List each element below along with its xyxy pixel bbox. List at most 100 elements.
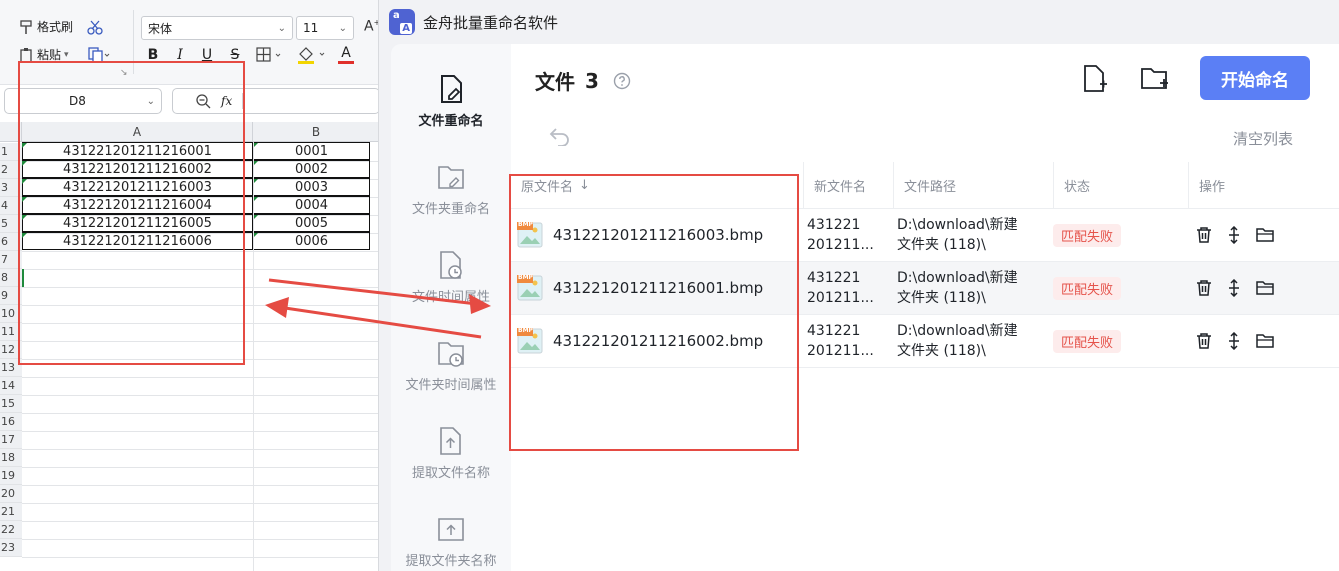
row-header[interactable]: 18 (0, 449, 22, 467)
rename-app-window: a A 金舟批量重命名软件 文件重命名 文件夹重命名 文件时间属性 文件夹时间属… (378, 0, 1339, 571)
folder-upload-icon (438, 518, 464, 541)
status-cell: 匹配失败 (1053, 315, 1188, 367)
row-header[interactable]: 14 (0, 377, 22, 395)
column-header-b[interactable]: B (253, 122, 380, 142)
cell-b[interactable]: 0002 (253, 160, 370, 178)
column-header-status[interactable]: 状态 (1054, 162, 1189, 208)
status-badge: 匹配失败 (1053, 276, 1122, 300)
new-name-line: 201211... (807, 290, 874, 306)
add-file-button[interactable] (1082, 64, 1108, 94)
format-painter-button[interactable]: 格式刷 (18, 18, 73, 35)
gridline (22, 395, 380, 396)
open-folder-icon[interactable] (1255, 226, 1275, 244)
logo-letter-A: A (400, 23, 412, 34)
column-divider (253, 142, 254, 571)
gridline (22, 539, 380, 540)
row-header[interactable]: 19 (0, 467, 22, 485)
trash-icon[interactable] (1195, 332, 1213, 350)
gridline (22, 557, 380, 558)
move-icon[interactable] (1225, 332, 1243, 350)
row-header[interactable]: 17 (0, 431, 22, 449)
cut-icon[interactable] (86, 19, 104, 35)
actions-cell (1195, 315, 1335, 367)
path-line: D:\download\新建 (897, 270, 1018, 286)
chevron-down-icon: ▾ (64, 49, 69, 60)
path-cell: D:\download\新建 文件夹 (118)\ (897, 262, 1053, 314)
status-badge: 匹配失败 (1053, 223, 1122, 247)
format-painter-label: 格式刷 (37, 20, 74, 34)
gridline (22, 413, 380, 414)
question-icon[interactable] (613, 72, 631, 90)
gridline (22, 449, 380, 450)
move-icon[interactable] (1225, 279, 1243, 297)
add-folder-icon (1141, 68, 1168, 89)
chevron-down-icon: ⌄ (277, 22, 286, 34)
logo-letter-a: a (393, 10, 400, 21)
cell-b[interactable]: 0001 (253, 142, 370, 160)
move-icon[interactable] (1225, 226, 1243, 244)
sidebar-item-folder-rename[interactable]: 文件夹重命名 (391, 162, 511, 217)
column-header-new-name[interactable]: 新文件名 (804, 162, 894, 208)
cell-b[interactable]: 0006 (253, 232, 370, 250)
sidebar-item-label: 文件重命名 (418, 114, 484, 129)
cell-b[interactable]: 0003 (253, 178, 370, 196)
annotation-box-app (509, 174, 799, 451)
add-folder-button[interactable] (1140, 66, 1170, 92)
gridline (22, 503, 380, 504)
actions-cell (1195, 209, 1335, 261)
file-edit-icon (441, 75, 462, 103)
row-header[interactable]: 16 (0, 413, 22, 431)
status-badge: 匹配失败 (1053, 329, 1122, 353)
path-line: D:\download\新建 (897, 217, 1018, 233)
row-header[interactable]: 21 (0, 503, 22, 521)
sidebar-item-extract-file-names[interactable]: 提取文件名称 (391, 426, 511, 481)
sidebar-item-label: 提取文件名称 (411, 466, 490, 481)
main-panel: 文件 3 开始命名 清空列表 原文件名 ↓ 新文件名 文件路径 状态 操作 BM… (509, 44, 1339, 571)
file-count: 3 (585, 68, 599, 93)
sidebar-item-label: 提取文件夹名称 (405, 554, 497, 569)
actions-cell (1195, 262, 1335, 314)
open-folder-icon[interactable] (1255, 279, 1275, 297)
row-header[interactable]: 23 (0, 539, 22, 557)
path-line: D:\download\新建 (897, 323, 1018, 339)
folder-edit-icon (438, 166, 464, 189)
font-size-select[interactable]: 11 ⌄ (296, 16, 354, 40)
open-folder-icon[interactable] (1255, 332, 1275, 350)
cell-b[interactable]: 0005 (253, 214, 370, 232)
column-header-actions: 操作 (1199, 179, 1226, 195)
row-header[interactable]: 20 (0, 485, 22, 503)
annotation-box-spreadsheet (18, 61, 245, 365)
gridline (22, 431, 380, 432)
font-color-swatch (338, 61, 354, 64)
path-line: 文件夹 (118)\ (897, 290, 986, 306)
font-color-button[interactable]: A (338, 45, 354, 64)
new-name-line: 201211... (807, 343, 874, 359)
row-header[interactable]: 15 (0, 395, 22, 413)
file-upload-icon (440, 427, 461, 455)
annotation-arrows (265, 278, 491, 339)
new-name-line: 201211... (807, 237, 874, 253)
start-rename-button[interactable]: 开始命名 (1200, 56, 1310, 100)
sidebar-item-extract-folder-names[interactable]: 提取文件夹名称 (391, 514, 511, 569)
add-file-icon (1084, 65, 1107, 92)
font-name-select[interactable]: 宋体 ⌄ (141, 16, 293, 40)
trash-icon[interactable] (1195, 226, 1213, 244)
trash-icon[interactable] (1195, 279, 1213, 297)
sidebar-item-label: 文件夹时间属性 (405, 378, 497, 393)
new-name-cell: 431221 201211... (807, 209, 893, 261)
format-painter-icon (20, 19, 32, 34)
status-cell: 匹配失败 (1053, 209, 1188, 261)
new-name-cell: 431221 201211... (807, 262, 893, 314)
new-name-line: 431221 (807, 323, 861, 339)
gridline (22, 485, 380, 486)
fill-color-icon[interactable] (296, 45, 328, 65)
font-size-value: 11 (303, 21, 319, 35)
column-header-path[interactable]: 文件路径 (894, 162, 1054, 208)
undo-icon (549, 128, 569, 146)
undo-button[interactable] (549, 126, 571, 146)
border-icon[interactable] (256, 47, 284, 63)
clear-list-button[interactable]: 清空列表 (1233, 128, 1293, 149)
row-header[interactable]: 22 (0, 521, 22, 539)
sidebar-item-file-rename[interactable]: 文件重命名 (391, 74, 511, 129)
cell-b[interactable]: 0004 (253, 196, 370, 214)
